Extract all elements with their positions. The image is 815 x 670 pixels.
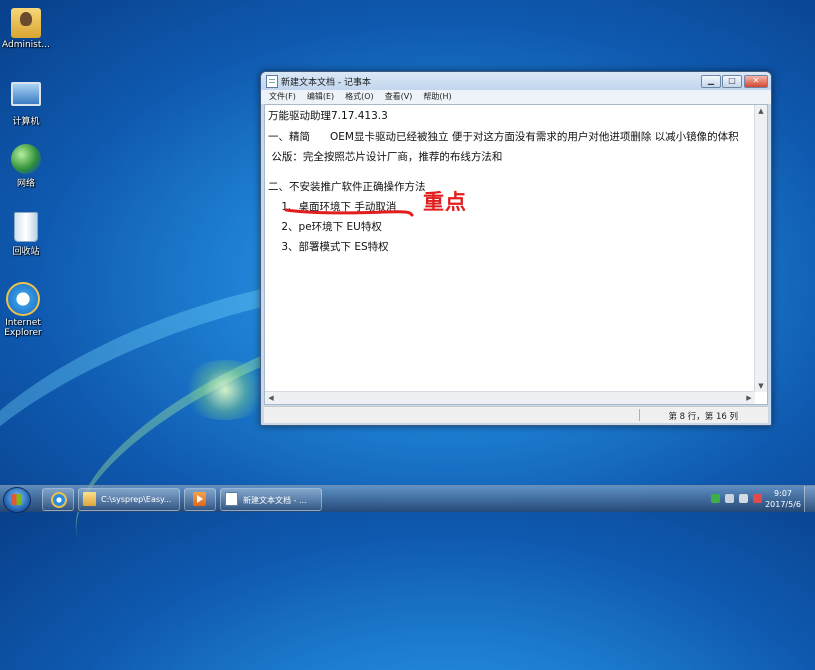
- folder-icon: [83, 492, 96, 506]
- maximize-button[interactable]: □: [722, 75, 742, 88]
- status-separator: [639, 409, 640, 421]
- menu-help[interactable]: 帮助(H): [423, 90, 451, 104]
- start-button[interactable]: [3, 487, 31, 513]
- volume-muted-icon[interactable]: [753, 494, 762, 503]
- computer-icon: [11, 82, 41, 106]
- desktop-icon-ie[interactable]: Internet Explorer: [0, 282, 46, 338]
- status-bar: 第 8 行，第 16 列: [264, 406, 768, 423]
- taskbar-item-label: 新建文本文档 - ...: [243, 496, 307, 505]
- text-line: 2、pe环境下 EU特权: [268, 221, 382, 233]
- scroll-right-icon[interactable]: ▶: [743, 392, 755, 404]
- close-button[interactable]: ✕: [744, 75, 768, 88]
- show-desktop-button[interactable]: [804, 486, 815, 512]
- desktop-icon-user-folder[interactable]: Administ...: [0, 8, 52, 50]
- clock-date: 2017/5/6: [765, 500, 801, 509]
- text-line: 公版：完全按照芯片设计厂商，推荐的布线方法和: [268, 151, 503, 163]
- desktop-icon-label: 回收站: [12, 247, 40, 257]
- taskbar-notepad-window[interactable]: 新建文本文档 - ...: [220, 488, 322, 511]
- annotation-text: 重点: [423, 190, 467, 214]
- scroll-down-icon[interactable]: ▼: [755, 380, 767, 392]
- recycle-bin-icon: [14, 212, 38, 242]
- red-underline-annotation: [284, 208, 414, 217]
- menu-bar: 文件(F) 编辑(E) 格式(O) 查看(V) 帮助(H): [261, 90, 771, 105]
- media-player-icon: [193, 492, 206, 506]
- user-folder-icon: [11, 8, 41, 38]
- desktop-icon-label: Internet Explorer: [4, 318, 42, 338]
- text-line: 一、精简 OEM显卡驱动已经被独立 便于对这方面没有需求的用户对他进项删除 以减…: [268, 131, 739, 143]
- minimize-button[interactable]: ▁: [701, 75, 721, 88]
- text-line: 二、不安装推广软件正确操作方法: [268, 181, 426, 193]
- desktop-icon-label: 计算机: [12, 117, 40, 127]
- taskbar-explorer-window[interactable]: C:\sysprep\Easy...: [78, 488, 180, 511]
- scroll-up-icon[interactable]: ▲: [755, 105, 767, 117]
- desktop-icon-network[interactable]: 网络: [0, 144, 52, 189]
- title-bar[interactable]: 新建文本文档 - 记事本 ▁ □ ✕: [261, 72, 771, 90]
- vertical-scrollbar[interactable]: ▲ ▼: [754, 105, 767, 392]
- system-tray: 9:07 2017/5/6: [705, 486, 815, 512]
- action-center-icon[interactable]: [725, 494, 734, 503]
- text-line: 万能驱动助理7.17.413.3: [268, 110, 388, 122]
- menu-edit[interactable]: 编辑(E): [307, 90, 334, 104]
- scroll-left-icon[interactable]: ◀: [265, 392, 277, 404]
- notepad-icon: [225, 492, 238, 506]
- wallpaper-glow: [180, 360, 270, 420]
- network-icon: [11, 144, 41, 174]
- taskbar-ie-button[interactable]: [42, 488, 74, 511]
- desktop-icon-recycle-bin[interactable]: 回收站: [0, 212, 52, 257]
- taskbar-item-label: C:\sysprep\Easy...: [101, 495, 172, 504]
- taskbar: C:\sysprep\Easy... 新建文本文档 - ... 9:07 201…: [0, 485, 815, 513]
- desktop-icon-label: Administ...: [2, 40, 50, 50]
- horizontal-scrollbar[interactable]: ◀ ▶: [265, 391, 755, 404]
- menu-format[interactable]: 格式(O): [345, 90, 374, 104]
- text-editor[interactable]: 万能驱动助理7.17.413.3 一、精简 OEM显卡驱动已经被独立 便于对这方…: [264, 104, 768, 405]
- clock[interactable]: 9:07 2017/5/6: [765, 488, 801, 510]
- menu-view[interactable]: 查看(V): [385, 90, 413, 104]
- taskbar-media-button[interactable]: [184, 488, 216, 511]
- cursor-position: 第 8 行，第 16 列: [668, 412, 738, 422]
- desktop-icon-label: 网络: [16, 179, 35, 189]
- text-line: 3、部署模式下 ES特权: [268, 241, 389, 253]
- window-title: 新建文本文档 - 记事本: [281, 78, 371, 88]
- desktop-icon-computer[interactable]: 计算机: [0, 76, 52, 127]
- internet-explorer-icon: [51, 492, 67, 508]
- notepad-icon: [266, 75, 278, 88]
- clock-time: 9:07: [774, 489, 793, 498]
- internet-explorer-icon: [6, 282, 40, 316]
- menu-file[interactable]: 文件(F): [269, 90, 296, 104]
- network-status-icon[interactable]: [739, 494, 748, 503]
- notepad-window[interactable]: 新建文本文档 - 记事本 ▁ □ ✕ 文件(F) 编辑(E) 格式(O) 查看(…: [260, 71, 772, 426]
- tray-app-icon[interactable]: [711, 494, 720, 503]
